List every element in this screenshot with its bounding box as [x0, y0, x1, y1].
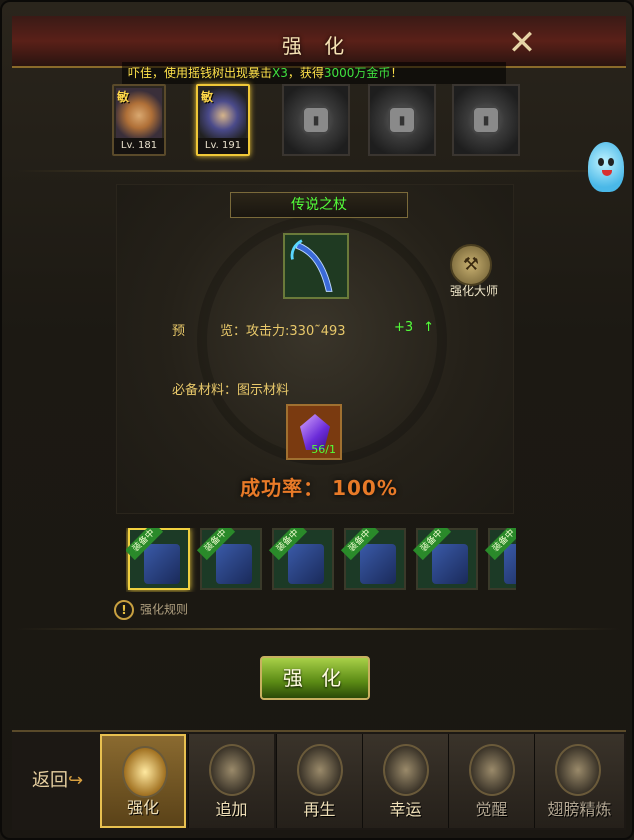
- hero-class-tag: 敏: [117, 90, 130, 104]
- orb-icon: [297, 744, 343, 796]
- tab-label: 翅膀精炼: [547, 800, 612, 819]
- hero-slot-1[interactable]: 敏 Lv. 181: [112, 84, 166, 156]
- claw-weapon-icon: [216, 544, 252, 584]
- strengthen-window: 强 化 ✕ 吓佳，使用摇钱树出现暴击X3，获得3000万金币！ 敏 Lv. 18…: [0, 0, 634, 840]
- tab-lucky[interactable]: 幸运: [362, 734, 448, 828]
- tab-regenerate[interactable]: 再生: [276, 734, 362, 828]
- mascot-mouth: [602, 170, 612, 176]
- tab-label: 觉醒: [475, 800, 508, 819]
- equip-slot[interactable]: 装备中: [126, 528, 190, 590]
- preview-line: 览：攻击力:330˜493: [220, 320, 346, 339]
- success-rate: 成功率： 100%: [240, 476, 398, 500]
- divider: [16, 628, 620, 630]
- enhance-master-button[interactable]: ⚒: [450, 244, 492, 286]
- lock-icon: ▮: [472, 106, 500, 134]
- marquee-text: ！: [390, 66, 403, 80]
- leggings-icon: [432, 544, 468, 584]
- tab-label: 幸运: [389, 800, 422, 819]
- axe-icon: [122, 746, 168, 798]
- hero-level: Lv. 191: [198, 138, 248, 154]
- up-arrow-icon: ↑: [423, 320, 435, 335]
- marquee-text: 吓佳，使用摇钱树出现暴击: [128, 66, 273, 80]
- close-button[interactable]: ✕: [504, 26, 540, 62]
- info-icon: !: [114, 600, 134, 620]
- hero-class-tag: 敏: [201, 90, 214, 104]
- helmet-icon: [360, 544, 396, 584]
- gem-shield-icon: [209, 744, 255, 796]
- tab-label: 再生: [303, 800, 336, 819]
- equip-slot[interactable]: 装备中: [340, 528, 406, 590]
- enhance-rules-link[interactable]: ! 强化规则: [114, 600, 188, 620]
- wing-crest-icon: [555, 744, 601, 796]
- mascot-eye: [598, 158, 604, 166]
- bonus-value: +3: [394, 320, 414, 335]
- mascot-icon[interactable]: [588, 142, 624, 192]
- equip-slot[interactable]: 装备中: [196, 528, 262, 590]
- armor-icon: [288, 544, 324, 584]
- marquee-text: ，获得: [287, 66, 324, 80]
- bottom-tab-bar: 返回↪ 强化 追加 再生 幸运 觉醒 翅膀精炼: [12, 730, 626, 830]
- tab-awaken[interactable]: 觉醒: [448, 734, 534, 828]
- tab-wing-refine[interactable]: 翅膀精炼: [534, 734, 624, 828]
- marquee-multiplier: X3: [272, 66, 288, 80]
- close-icon[interactable]: ✕: [508, 23, 537, 63]
- back-button[interactable]: 返回↪: [32, 766, 83, 792]
- pillar-icon: [469, 744, 515, 796]
- equipment-list: 装备中 装备中 装备中 装备中 装备中 装备中: [126, 528, 516, 592]
- target-item-slot[interactable]: [283, 233, 349, 299]
- mascot-eye: [608, 158, 614, 166]
- stat-label: 攻击力:: [246, 324, 290, 339]
- preview-label: 预: [172, 324, 186, 339]
- back-arrow-icon: ↪: [68, 770, 84, 791]
- enhance-master-label: 强化大师: [449, 284, 498, 298]
- equip-slot[interactable]: 装备中: [268, 528, 334, 590]
- hero-level: Lv. 181: [114, 138, 164, 154]
- crystal-crest-icon: [383, 744, 429, 796]
- back-label: 返回: [32, 770, 68, 791]
- tab-label: 追加: [215, 800, 248, 819]
- equip-slot[interactable]: 装备中: [484, 528, 516, 590]
- tab-strengthen[interactable]: 强化: [100, 734, 186, 828]
- stat-value: 330˜493: [289, 324, 346, 339]
- equip-slot[interactable]: 装备中: [412, 528, 478, 590]
- gloves-icon: [504, 544, 516, 584]
- tab-append[interactable]: 追加: [188, 734, 274, 828]
- locked-hero-slot[interactable]: ▮: [452, 84, 520, 156]
- materials-label: 必备材料：图示材料: [172, 383, 290, 398]
- announcement-marquee: 吓佳，使用摇钱树出现暴击X3，获得3000万金币！: [122, 62, 506, 84]
- item-name: 传说之杖: [230, 192, 408, 218]
- divider: [16, 170, 620, 172]
- lock-icon: ▮: [302, 106, 330, 134]
- strengthen-button[interactable]: 强 化: [260, 656, 370, 700]
- locked-hero-slot[interactable]: ▮: [282, 84, 350, 156]
- staff-icon: [144, 544, 180, 584]
- material-slot[interactable]: 56/1: [286, 404, 342, 460]
- marquee-amount: 3000万金币: [323, 66, 391, 80]
- tab-label: 强化: [126, 798, 159, 817]
- rules-label: 强化规则: [140, 602, 189, 617]
- locked-hero-slot[interactable]: ▮: [368, 84, 436, 156]
- hammer-icon: ⚒: [462, 254, 480, 275]
- stat-bonus: +3 ↑: [394, 320, 434, 335]
- staff-icon: [290, 239, 333, 292]
- material-count: 56/1: [311, 443, 336, 456]
- hero-slot-2[interactable]: 敏 Lv. 191: [196, 84, 250, 156]
- preview-label: 览：: [220, 324, 247, 339]
- lock-icon: ▮: [388, 106, 416, 134]
